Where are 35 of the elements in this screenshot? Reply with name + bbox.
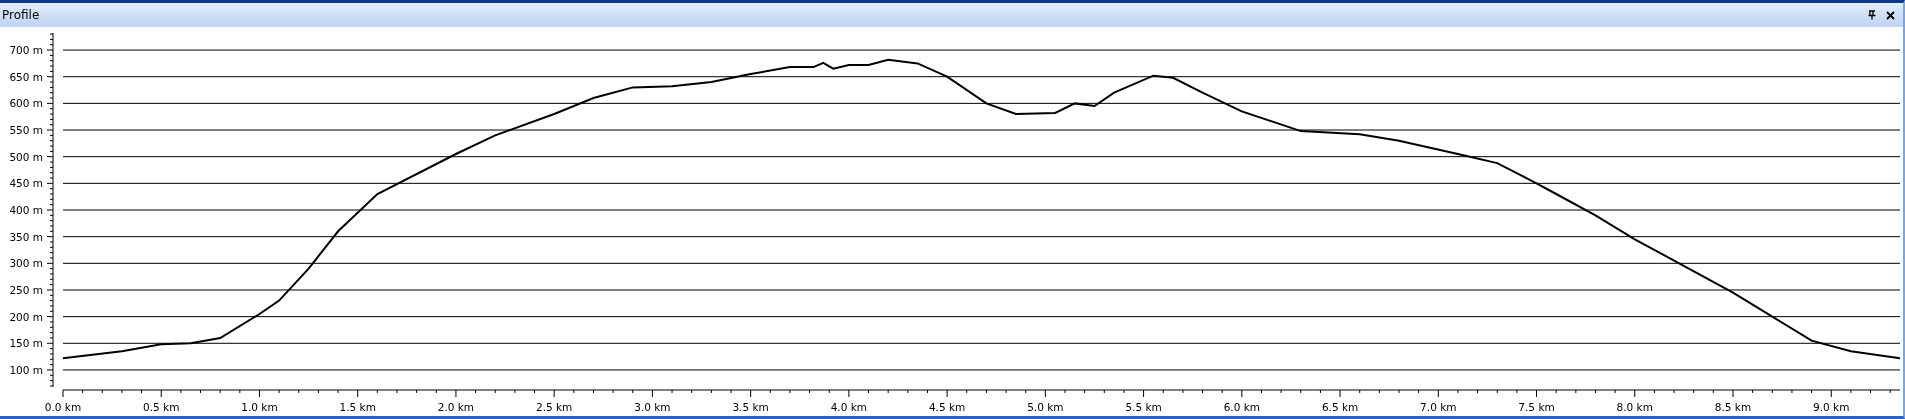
axis-label: 400 m	[9, 204, 43, 216]
axis-label: 200 m	[9, 310, 43, 323]
axis-label: 350 m	[9, 230, 43, 243]
axis-label: 3.0 km	[634, 401, 671, 413]
axis-label: 650 m	[9, 70, 43, 83]
axis-label: 5.0 km	[1027, 401, 1064, 413]
axis-label: 300 m	[9, 257, 43, 270]
axis-label: 8.5 km	[1714, 401, 1752, 413]
axis-label: 9.0 km	[1813, 401, 1850, 413]
panel-title: Profile	[2, 8, 40, 22]
axis-label: 1.5 km	[339, 401, 376, 413]
axis-label: 450 m	[9, 177, 43, 190]
axis-label: 4.0 km	[830, 401, 868, 413]
axis-label: 100 m	[9, 363, 43, 376]
axis-label: 6.5 km	[1321, 401, 1359, 413]
axis-label: 2.0 km	[437, 401, 475, 413]
axis-label: 550 m	[9, 124, 43, 137]
axis-label: 7.5 km	[1518, 401, 1555, 413]
axis-label: 150 m	[9, 337, 43, 350]
axis-label: 700 m	[9, 44, 43, 57]
axis-label: 2.5 km	[536, 401, 573, 413]
axis-label: 1.0 km	[241, 401, 278, 413]
axis-label: 0.5 km	[143, 401, 180, 413]
axis-label: 6.0 km	[1223, 401, 1260, 413]
axis-label: 5.5 km	[1125, 401, 1162, 413]
axis-label: 4.5 km	[928, 401, 966, 413]
close-icon[interactable]	[1885, 9, 1895, 21]
axis-label: 8.0 km	[1616, 401, 1653, 413]
axis-label: 600 m	[9, 97, 43, 110]
axis-label: 0.0 km	[44, 401, 82, 413]
axis-label: 500 m	[9, 150, 43, 163]
pin-icon[interactable]	[1867, 9, 1877, 21]
axis-label: 3.5 km	[732, 401, 769, 413]
axis-label: 7.0 km	[1420, 401, 1457, 413]
axis-label: 250 m	[9, 283, 43, 296]
